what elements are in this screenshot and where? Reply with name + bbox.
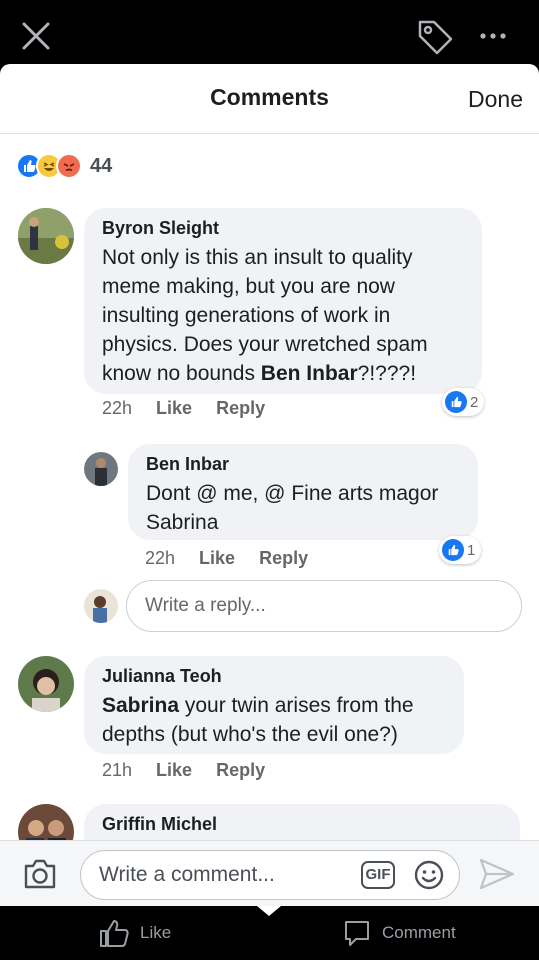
like-button[interactable]: Like: [156, 760, 192, 781]
camera-icon[interactable]: [22, 857, 58, 891]
comments-header: Comments Done: [0, 64, 539, 134]
avatar[interactable]: [18, 656, 74, 712]
comment-author[interactable]: Ben Inbar: [146, 454, 460, 475]
comment-actions: 22h Like Reply: [145, 548, 308, 569]
comment-text: Sabrina your twin arises from the depths…: [102, 694, 414, 746]
reaction-count: 44: [90, 154, 113, 177]
comment-timestamp: 21h: [102, 760, 133, 780]
mention-link[interactable]: Ben Inbar: [261, 362, 358, 385]
comment-icon: [345, 921, 369, 946]
like-reaction-icon: [445, 391, 467, 413]
comment-author[interactable]: Julianna Teoh: [102, 666, 446, 687]
angry-reaction-icon: [56, 153, 82, 179]
comment-text: Dont @ me, @ Fine arts magor Sabrina: [146, 482, 439, 534]
top-bar: [0, 0, 539, 64]
post-like-button[interactable]: Like: [98, 918, 171, 948]
comment-bubble[interactable]: Julianna Teoh Sabrina your twin arises f…: [84, 656, 464, 754]
like-button[interactable]: Like: [199, 548, 235, 569]
comment-timestamp: 22h: [145, 548, 176, 568]
post-comment-button[interactable]: Comment: [342, 918, 456, 948]
close-icon[interactable]: [20, 20, 52, 52]
sheet-pointer: [257, 906, 281, 916]
reply-button[interactable]: Reply: [216, 760, 265, 781]
done-button[interactable]: Done: [468, 86, 523, 113]
reply-button[interactable]: Reply: [259, 548, 308, 569]
comment-text: Not only is this an insult to quality me…: [102, 246, 428, 385]
mention-link[interactable]: Sabrina: [102, 694, 179, 717]
reply-button[interactable]: Reply: [216, 398, 265, 419]
gif-button[interactable]: GIF: [361, 861, 395, 889]
like-count-badge[interactable]: 2: [442, 388, 485, 416]
like-count-badge[interactable]: 1: [439, 536, 482, 564]
tag-icon[interactable]: [414, 16, 456, 58]
comment-timestamp: 22h: [102, 398, 133, 418]
comment-author[interactable]: Byron Sleight: [102, 218, 464, 239]
sticker-icon[interactable]: [413, 859, 445, 891]
comments-sheet: Comments Done 44 Byron Sleight Not only …: [0, 64, 539, 906]
thumbs-up-icon: [100, 920, 129, 947]
reply-input[interactable]: Write a reply...: [126, 580, 522, 632]
comment-composer: Write a comment... GIF: [0, 840, 539, 906]
like-reaction-icon: [442, 539, 464, 561]
comment-bubble[interactable]: Byron Sleight Not only is this an insult…: [84, 208, 482, 394]
comment-actions: 21h Like Reply: [102, 760, 265, 781]
like-button[interactable]: Like: [156, 398, 192, 419]
more-options-icon[interactable]: [478, 26, 508, 46]
comment-actions: 22h Like Reply: [102, 398, 265, 419]
comment-placeholder: Write a comment...: [99, 863, 275, 886]
post-comment-label: Comment: [382, 923, 456, 942]
reply-bubble[interactable]: Ben Inbar Dont @ me, @ Fine arts magor S…: [128, 444, 478, 540]
reactions-summary[interactable]: 44: [16, 152, 112, 180]
reply-placeholder: Write a reply...: [145, 595, 266, 616]
send-icon[interactable]: [478, 857, 516, 891]
page-title: Comments: [210, 84, 329, 110]
comment-input[interactable]: Write a comment... GIF: [80, 850, 460, 900]
avatar[interactable]: [18, 208, 74, 264]
comment-author[interactable]: Griffin Michel: [102, 814, 502, 835]
avatar: [84, 589, 118, 623]
post-like-label: Like: [140, 923, 172, 942]
avatar[interactable]: [84, 452, 118, 486]
bottom-bar: Like Comment: [0, 906, 539, 960]
